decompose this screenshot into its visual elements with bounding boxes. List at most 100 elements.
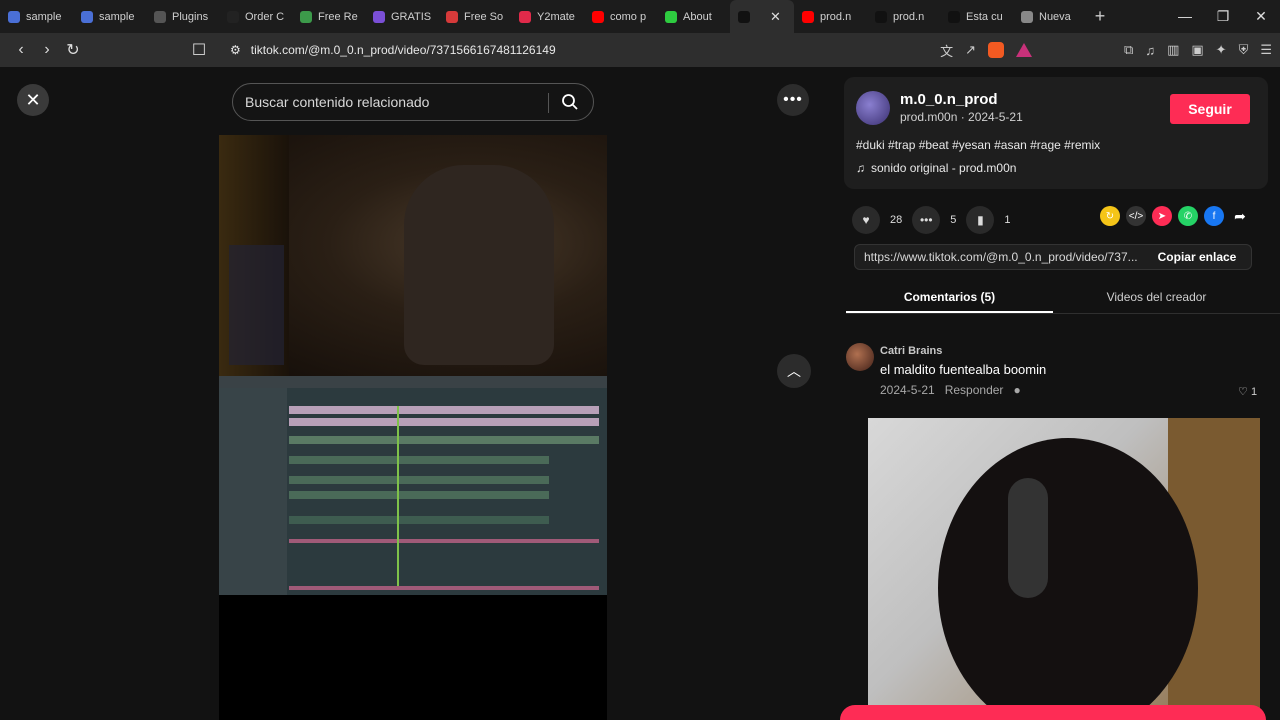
browser-tab[interactable]: About (657, 0, 730, 33)
browser-tab[interactable]: Free So (438, 0, 511, 33)
browser-tab[interactable]: GRATIS (365, 0, 438, 33)
more-options-button[interactable]: ••• (777, 84, 809, 116)
whatsapp-icon[interactable]: ✆ (1178, 206, 1198, 226)
browser-tab[interactable]: sample (0, 0, 73, 33)
video-player[interactable] (219, 135, 607, 720)
copy-link-button[interactable]: Copiar enlace (1143, 250, 1251, 264)
comment-meta: 2024-5-21 Responder ● (880, 383, 1021, 397)
browser-tab[interactable]: prod.n (867, 0, 940, 33)
comment-date: 2024-5-21 (880, 383, 935, 397)
new-tab-button[interactable]: + (1086, 6, 1114, 27)
previous-video-button[interactable]: ︿ (777, 354, 811, 388)
close-video-button[interactable]: ✕ (17, 84, 49, 116)
tab-favicon-icon (300, 10, 312, 23)
username[interactable]: m.0_0.n_prod (900, 91, 998, 108)
follow-button[interactable]: Seguir (1170, 94, 1250, 124)
tab-favicon-icon (8, 10, 20, 23)
tab-creator-videos[interactable]: Videos del creador (1053, 280, 1260, 313)
browser-tab-bar: sample sample Plugins Order C Free Re GRATIS F… (0, 0, 1280, 33)
share-arrow-icon[interactable]: ➦ (1230, 206, 1250, 226)
comment-like-count: 1 (1250, 386, 1258, 398)
tab-label: Esta cu (966, 10, 1003, 23)
minimize-icon[interactable]: — (1166, 8, 1204, 25)
sound-link[interactable]: ♫ sonido original - prod.m00n (856, 161, 1016, 175)
tab-comments[interactable]: Comentarios (5) (846, 280, 1053, 313)
site-info-icon[interactable]: ⚙ (230, 43, 241, 57)
comment-icon[interactable]: ••• (912, 206, 941, 234)
tab-favicon-icon (81, 10, 93, 23)
tab-label: About (683, 10, 712, 23)
tab-favicon-icon (373, 10, 385, 23)
tab-favicon-icon (948, 10, 960, 23)
maximize-icon[interactable]: ❐ (1204, 8, 1242, 25)
reload-icon[interactable]: ↻ (60, 40, 86, 60)
tab-favicon-icon (1021, 10, 1033, 23)
leo-icon[interactable]: ✦ (1216, 42, 1227, 58)
close-window-icon[interactable]: ✕ (1242, 8, 1280, 25)
extensions-icon[interactable]: ⧉ (1124, 42, 1133, 58)
tab-favicon-icon (227, 10, 239, 23)
comment-text: el maldito fuentealba boomin (880, 362, 1047, 377)
browser-tab[interactable]: Plugins (146, 0, 219, 33)
send-icon[interactable]: ➤ (1152, 206, 1172, 226)
comment-like[interactable]: ♡ 1 (1238, 385, 1257, 398)
translate-icon[interactable]: 文 (940, 41, 953, 60)
browser-tab[interactable]: Nueva (1013, 0, 1086, 33)
url-field[interactable]: ⚙ tiktok.com/@m.0_0.n_prod/video/7371566… (226, 37, 786, 63)
tab-favicon-icon (875, 10, 887, 23)
media-icon[interactable]: ♫ (1145, 43, 1155, 58)
bottom-action-bar[interactable] (840, 705, 1266, 720)
browser-tab[interactable]: como p (584, 0, 657, 33)
search-placeholder: Buscar contenido relacionado (245, 94, 430, 110)
comment-avatar[interactable] (846, 343, 874, 371)
share-link-box: https://www.tiktok.com/@m.0_0.n_prod/vid… (854, 244, 1252, 270)
tab-favicon-icon (802, 10, 814, 23)
share-link[interactable]: https://www.tiktok.com/@m.0_0.n_prod/vid… (855, 250, 1143, 264)
webcam-overlay (868, 418, 1260, 720)
browser-tab[interactable]: Esta cu (940, 0, 1013, 33)
forward-icon[interactable]: › (34, 41, 60, 59)
brave-shields-icon[interactable] (988, 42, 1005, 58)
comment-author[interactable]: Catri Brains (880, 345, 942, 357)
related-search-input[interactable]: Buscar contenido relacionado (232, 83, 594, 121)
brave-rewards-icon[interactable] (1016, 43, 1033, 57)
tab-label: Nueva (1039, 10, 1071, 23)
tab-favicon-icon (738, 10, 750, 23)
wallet-icon[interactable]: ▣ (1191, 42, 1203, 58)
music-note-icon: ♫ (856, 161, 865, 175)
repost-icon[interactable]: ↻ (1100, 206, 1120, 226)
heart-icon[interactable]: ♥ (852, 206, 880, 234)
menu-icon[interactable]: ☰ (1260, 42, 1272, 58)
tab-favicon-icon (665, 10, 677, 23)
heart-outline-icon: ♡ (1238, 386, 1248, 398)
share-icon[interactable]: ↗ (965, 42, 976, 58)
reply-button[interactable]: Responder (945, 383, 1004, 397)
hashtags[interactable]: #duki #trap #beat #yesan #asan #rage #re… (856, 138, 1100, 152)
bookmark-icon[interactable]: ☐ (186, 40, 212, 60)
tab-label: Free So (464, 10, 504, 23)
tab-label: como p (610, 10, 647, 23)
window-controls: — ❐ ✕ (1166, 8, 1280, 25)
embed-icon[interactable]: </> (1126, 206, 1146, 226)
vpn-icon[interactable]: ⛨ (1239, 42, 1249, 58)
like-count: 28 (890, 214, 903, 226)
bookmark-icon[interactable]: ▮ (966, 206, 995, 234)
browser-tab[interactable]: sample (73, 0, 146, 33)
browser-tab[interactable]: Y2mate (511, 0, 584, 33)
browser-tab[interactable]: ✕ (730, 0, 794, 33)
tab-favicon-icon (519, 10, 531, 23)
tab-close-icon[interactable]: ✕ (770, 9, 781, 25)
avatar[interactable] (856, 91, 890, 125)
sidebar-icon[interactable]: ▥ (1167, 42, 1179, 58)
video-frame-daw (219, 376, 607, 595)
tab-favicon-icon (154, 10, 166, 23)
browser-tab[interactable]: Free Re (292, 0, 365, 33)
creator-badge-icon: ● (1013, 383, 1021, 397)
browser-tab[interactable]: Order C (219, 0, 292, 33)
facebook-icon[interactable]: f (1204, 206, 1224, 226)
back-icon[interactable]: ‹ (8, 41, 34, 59)
search-icon[interactable] (561, 93, 579, 114)
video-area: ✕ Buscar contenido relacionado ••• ︿ (0, 67, 828, 720)
details-panel: m.0_0.n_prod prod.m00n · 2024-5-21 Segui… (828, 67, 1280, 720)
browser-tab[interactable]: prod.n (794, 0, 867, 33)
